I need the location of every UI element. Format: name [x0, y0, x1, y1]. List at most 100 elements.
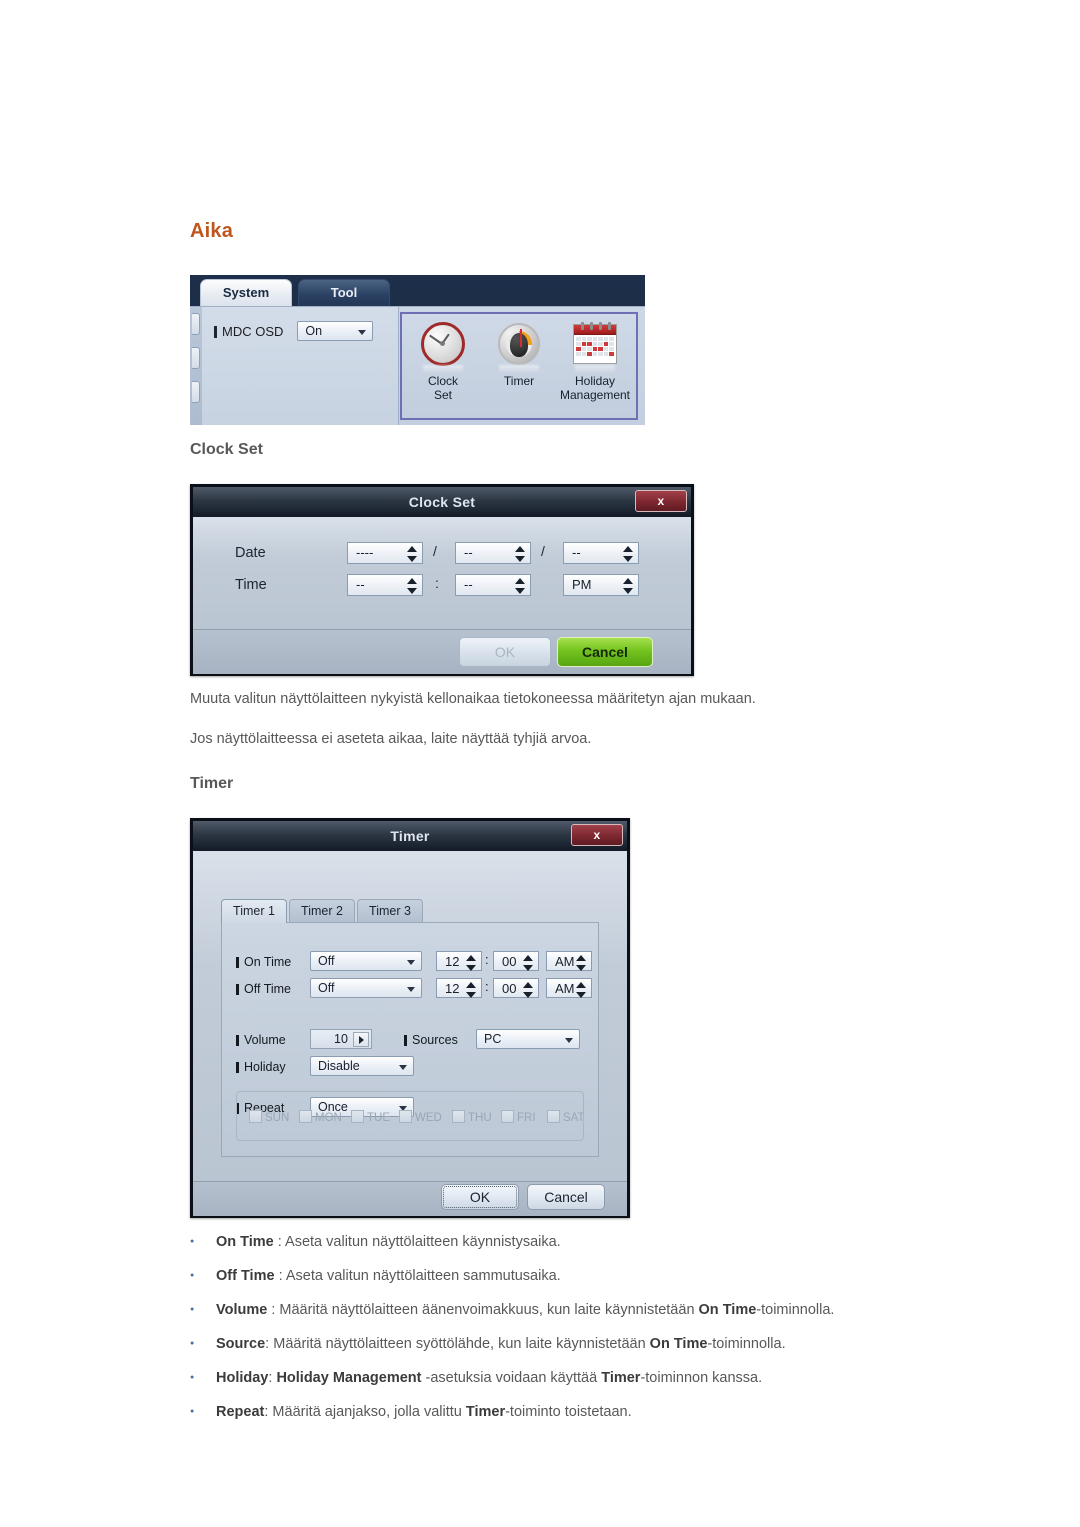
mdc-osd-value: On [305, 324, 323, 338]
spinner-arrows-icon[interactable] [515, 545, 526, 563]
off-time-hour-value: 12 [445, 981, 460, 996]
date-month-spinner[interactable]: -- [455, 542, 531, 564]
tab-system[interactable]: System [200, 279, 292, 307]
on-time-hour-spinner[interactable]: 12 [436, 951, 482, 971]
sources-value: PC [484, 1032, 502, 1046]
spinner-arrows-icon[interactable] [466, 981, 477, 999]
timer-titlebar: Timer x [193, 821, 627, 851]
timer-dialog: Timer x Timer 1 Timer 2 Timer 3 On Time … [190, 818, 630, 1218]
subheading-clock-set: Clock Set [190, 441, 263, 458]
time-separator: : [435, 575, 439, 591]
tab-timer-3[interactable]: Timer 3 [357, 899, 423, 923]
day-label-wed: WED [415, 1112, 442, 1124]
clock-set-titlebar: Clock Set x [193, 487, 691, 517]
mdc-tab-bar: System Tool [190, 275, 645, 307]
bullet-text-on-time: On Time : Aseta valitun näyttölaitteen k… [216, 1234, 561, 1250]
timer-ok-button[interactable]: OK [441, 1184, 519, 1210]
day-checkbox-mon[interactable]: MON [299, 1108, 342, 1124]
off-time-meridiem-value: AM [555, 981, 575, 996]
date-month-value: -- [464, 545, 473, 560]
day-checkbox-sat[interactable]: SAT [547, 1108, 585, 1124]
off-time-mode-dropdown[interactable]: Off [310, 978, 422, 998]
time-hour-value: -- [356, 577, 365, 592]
day-label-mon: MON [315, 1112, 342, 1124]
chevron-down-icon [565, 1038, 573, 1043]
spinner-arrows-icon[interactable] [523, 981, 534, 999]
holiday-value: Disable [318, 1059, 360, 1073]
list-item: On Time : Aseta valitun näyttölaitteen k… [186, 1232, 1046, 1266]
timer-footer: OK Cancel [193, 1181, 627, 1216]
tab-tool[interactable]: Tool [298, 279, 390, 307]
on-time-minute-spinner[interactable]: 00 [493, 951, 539, 971]
holiday-label-line2: Management [559, 388, 631, 402]
off-time-mode-value: Off [318, 981, 335, 995]
clock-set-title-text: Clock Set [408, 494, 476, 510]
tab-timer-2[interactable]: Timer 2 [289, 899, 355, 923]
clock-set-icon-button[interactable]: Clock Set [406, 320, 480, 402]
spinner-arrows-icon[interactable] [623, 577, 634, 595]
day-checkbox-thu[interactable]: THU [452, 1108, 492, 1124]
on-time-meridiem-spinner[interactable]: AM [546, 951, 592, 971]
chevron-down-icon [399, 1065, 407, 1070]
close-icon[interactable]: x [571, 824, 623, 846]
timer-body: Timer 1 Timer 2 Timer 3 On Time Off 12 :… [193, 851, 627, 1181]
checkbox-icon[interactable] [501, 1110, 514, 1123]
time-hour-spinner[interactable]: -- [347, 574, 423, 596]
bullet-icon [186, 1402, 216, 1425]
spinner-arrows-icon[interactable] [515, 577, 526, 595]
checkbox-icon[interactable] [452, 1110, 465, 1123]
on-time-colon: : [485, 952, 489, 967]
date-day-spinner[interactable]: -- [563, 542, 639, 564]
spinner-arrows-icon[interactable] [576, 981, 587, 999]
rail-stub [192, 347, 200, 369]
off-time-minute-value: 00 [502, 981, 517, 996]
spinner-arrows-icon[interactable] [407, 577, 418, 595]
spinner-arrows-icon[interactable] [407, 545, 418, 563]
tab-timer-1[interactable]: Timer 1 [221, 899, 287, 923]
day-checkbox-tue[interactable]: TUE [351, 1108, 390, 1124]
off-time-meridiem-spinner[interactable]: AM [546, 978, 592, 998]
chevron-down-icon [407, 987, 415, 992]
checkbox-icon[interactable] [299, 1110, 312, 1123]
bullet-text-source: Source: Määritä näyttölaitteen syöttöläh… [216, 1336, 786, 1352]
time-meridiem-spinner[interactable]: PM [563, 574, 639, 596]
stopwatch-timer-icon [482, 320, 556, 373]
volume-stepper[interactable]: 10 [310, 1029, 372, 1049]
on-time-mode-dropdown[interactable]: Off [310, 951, 422, 971]
date-year-spinner[interactable]: ---- [347, 542, 423, 564]
day-checkbox-fri[interactable]: FRI [501, 1108, 536, 1124]
spinner-arrows-icon[interactable] [523, 954, 534, 972]
checkbox-icon[interactable] [351, 1110, 364, 1123]
off-time-minute-spinner[interactable]: 00 [493, 978, 539, 998]
off-time-hour-spinner[interactable]: 12 [436, 978, 482, 998]
spinner-arrows-icon[interactable] [576, 954, 587, 972]
holiday-management-icon-button[interactable]: Holiday Management [558, 320, 632, 402]
document-page: Aika System Tool MDC OSD On Clock Set Ti… [0, 0, 1080, 1527]
sources-dropdown[interactable]: PC [476, 1029, 580, 1049]
sources-label: Sources [404, 1033, 458, 1047]
checkbox-icon[interactable] [249, 1110, 262, 1123]
list-item: Source: Määritä näyttölaitteen syöttöläh… [186, 1334, 1046, 1368]
day-checkbox-wed[interactable]: WED [399, 1108, 442, 1124]
day-checkbox-sun[interactable]: SUN [249, 1108, 289, 1124]
timer-icon-button[interactable]: Timer [482, 320, 556, 388]
close-icon[interactable]: x [635, 490, 687, 512]
clock-set-footer: OK Cancel [193, 629, 691, 674]
timer-cancel-button[interactable]: Cancel [527, 1184, 605, 1210]
holiday-dropdown[interactable]: Disable [310, 1056, 414, 1076]
spinner-arrows-icon[interactable] [466, 954, 477, 972]
volume-increase-icon[interactable] [353, 1032, 369, 1047]
on-time-hour-value: 12 [445, 954, 460, 969]
time-minute-spinner[interactable]: -- [455, 574, 531, 596]
spinner-arrows-icon[interactable] [623, 545, 634, 563]
mdc-osd-dropdown[interactable]: On [297, 321, 374, 341]
clock-set-ok-button[interactable]: OK [459, 637, 551, 667]
mdc-left-rail-stubs [192, 313, 200, 415]
checkbox-icon[interactable] [547, 1110, 560, 1123]
bullet-text-repeat: Repeat: Määritä ajanjakso, jolla valittu… [216, 1404, 632, 1420]
date-year-value: ---- [356, 545, 374, 560]
feature-bullet-list: On Time : Aseta valitun näyttölaitteen k… [186, 1232, 1046, 1436]
checkbox-icon[interactable] [399, 1110, 412, 1123]
clock-set-label-line1: Clock [427, 374, 458, 388]
clock-set-cancel-button[interactable]: Cancel [557, 637, 653, 667]
